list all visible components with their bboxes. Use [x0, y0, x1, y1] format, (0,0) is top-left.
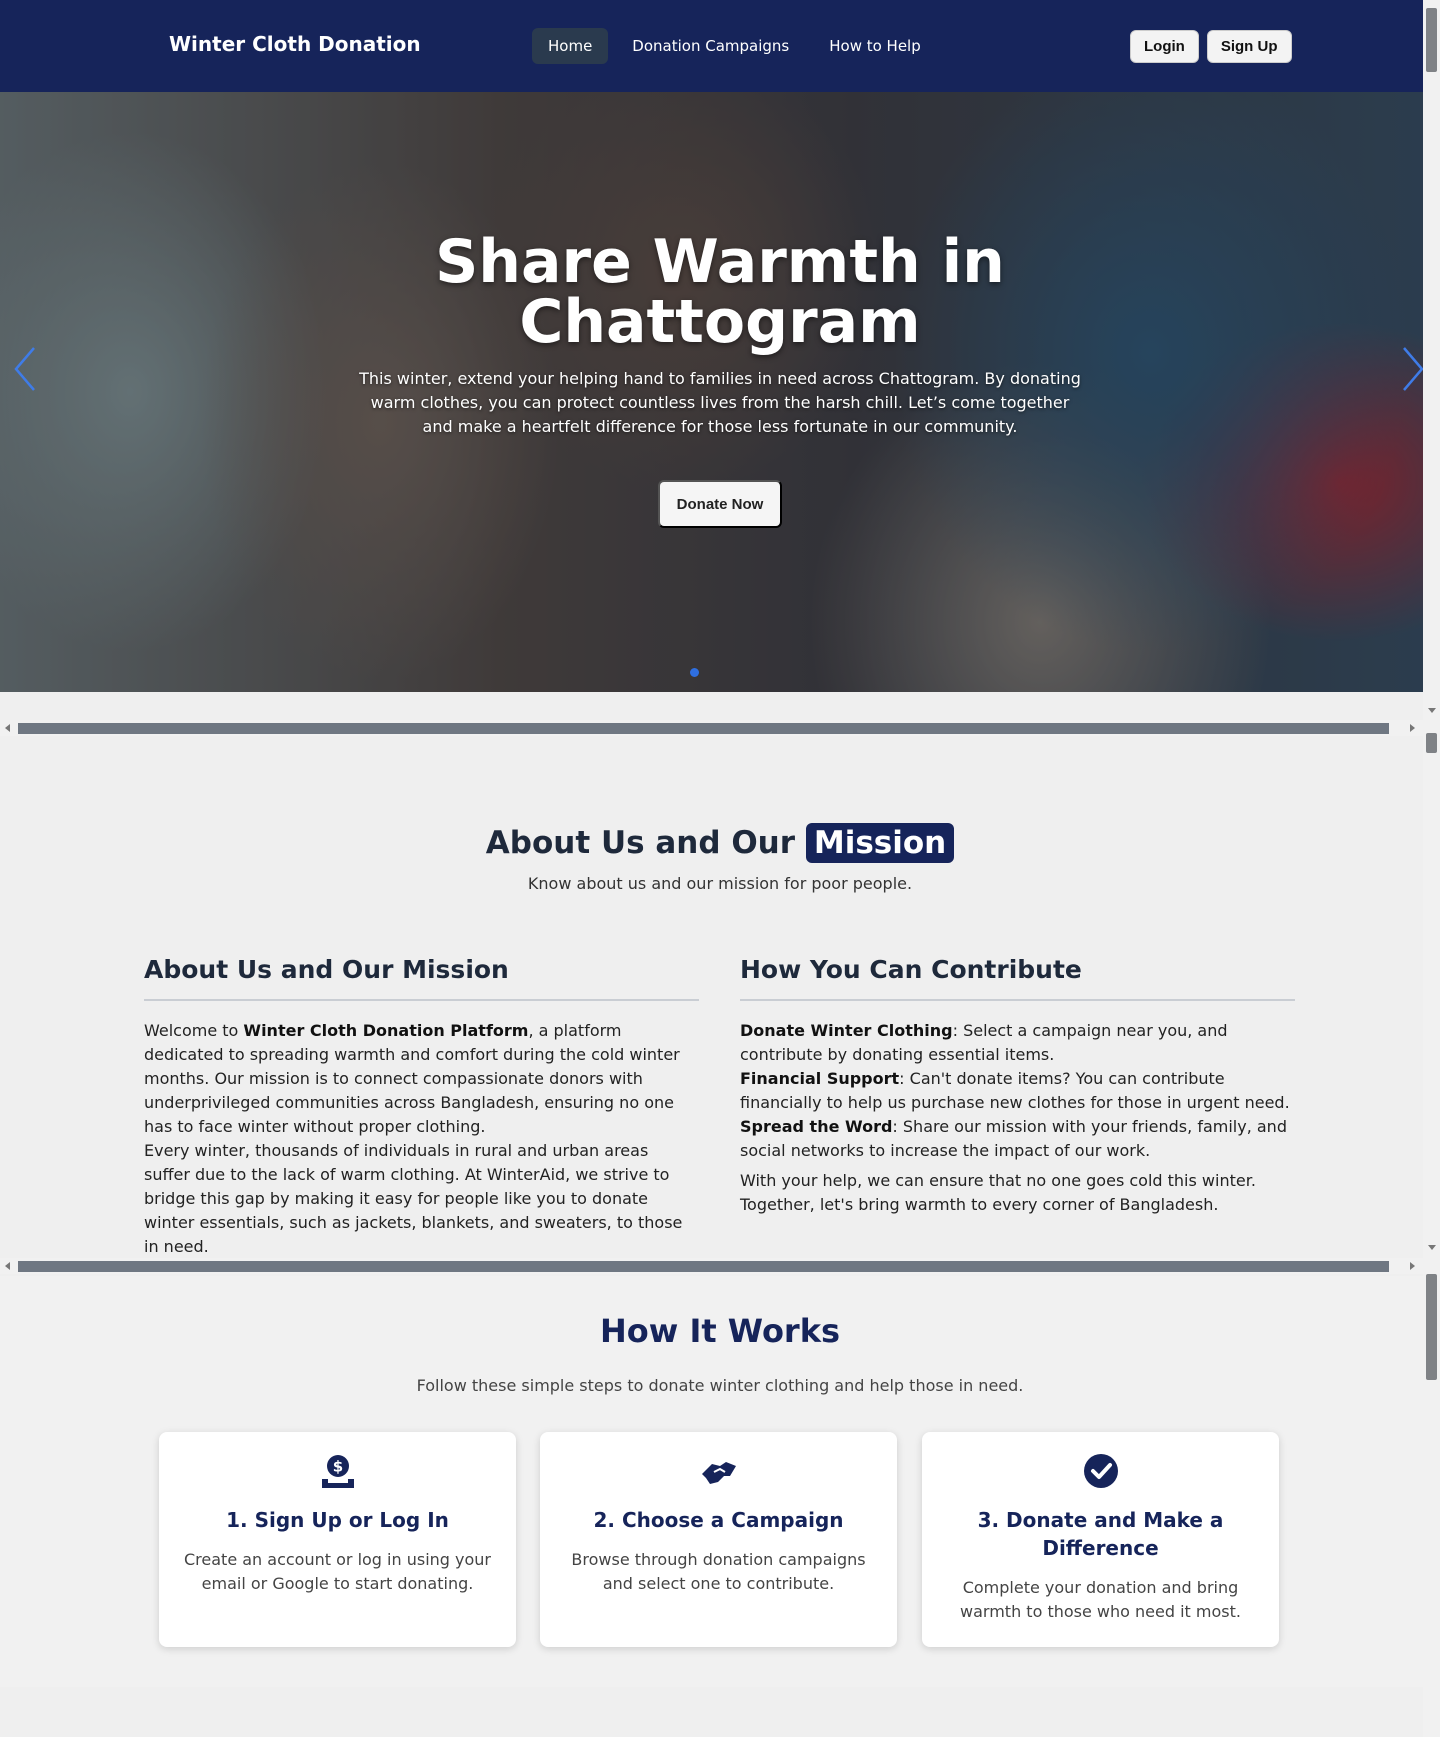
nav-donation-campaigns[interactable]: Donation Campaigns	[616, 28, 805, 64]
about-subtitle: Know about us and our mission for poor p…	[527, 874, 913, 893]
scroll-right-arrow-icon[interactable]	[1410, 1262, 1415, 1270]
signup-button[interactable]: Sign Up	[1206, 30, 1292, 63]
brand-logo[interactable]: Winter Cloth Donation	[169, 32, 421, 56]
scroll-left-arrow-icon[interactable]	[5, 724, 10, 732]
svg-text:$: $	[332, 1458, 342, 1476]
scroll-down-arrow-icon[interactable]	[1428, 1245, 1436, 1250]
step-text: Browse through donation campaigns and se…	[571, 1550, 866, 1593]
step-title: 1. Sign Up or Log In	[226, 1508, 449, 1532]
hero-title-line2: Chattogram	[519, 287, 921, 357]
nav-how-to-help[interactable]: How to Help	[813, 28, 937, 64]
hero-carousel: Share Warmth in Chattogram This winter, …	[0, 92, 1423, 692]
contribute-item: Donate Winter Clothing: Select a campaig…	[740, 1021, 1228, 1064]
horizontal-scrollbar-thumb[interactable]	[18, 1261, 1389, 1272]
scrollbar-thumb-top[interactable]	[1426, 8, 1437, 72]
check-circle-icon	[922, 1452, 1279, 1490]
horizontal-scrollbar-thumb[interactable]	[18, 723, 1389, 734]
step-card: $ 1. Sign Up or Log In Create an account…	[159, 1432, 516, 1647]
about-title-text: About Us and Our	[485, 825, 796, 861]
step-title: 3. Donate and Make a Difference	[977, 1508, 1224, 1560]
step-title: 2. Choose a Campaign	[593, 1508, 844, 1532]
horizontal-scrollbar[interactable]	[0, 1258, 1423, 1274]
how-it-works-title: How It Works	[599, 1312, 841, 1350]
navbar: Winter Cloth Donation Home Donation Camp…	[0, 0, 1423, 92]
about-title-highlight: Mission	[805, 823, 955, 863]
contribute-item: Spread the Word: Share our mission with …	[740, 1117, 1287, 1160]
login-button[interactable]: Login	[1130, 30, 1199, 63]
handshake-icon	[540, 1452, 897, 1490]
step-card: 2. Choose a Campaign Browse through dona…	[540, 1432, 897, 1647]
contribute-closing: With your help, we can ensure that no on…	[740, 1171, 1256, 1214]
main-nav: Home Donation Campaigns How to Help	[532, 28, 937, 64]
page-scrollbar[interactable]	[1423, 0, 1440, 1737]
about-column: About Us and Our Mission Welcome to Wint…	[144, 955, 699, 1259]
scrollbar-thumb-mid[interactable]	[1426, 733, 1437, 753]
about-section-title: About Us and Our Mission	[0, 823, 1440, 863]
scroll-down-arrow-icon[interactable]	[1428, 708, 1436, 713]
nav-home[interactable]: Home	[532, 28, 609, 64]
contribute-column: How You Can Contribute Donate Winter Clo…	[740, 955, 1295, 1217]
carousel-prev-icon[interactable]	[10, 344, 40, 394]
contribute-item: Financial Support: Can't donate items? Y…	[740, 1069, 1290, 1112]
scroll-right-arrow-icon[interactable]	[1410, 724, 1415, 732]
about-heading: About Us and Our Mission	[144, 955, 699, 1001]
carousel-indicator[interactable]	[690, 668, 699, 677]
carousel-next-icon[interactable]	[1398, 344, 1423, 394]
about-paragraph-2: Every winter, thousands of individuals i…	[144, 1141, 683, 1256]
auth-buttons: Login Sign Up	[1130, 30, 1292, 63]
donate-now-button[interactable]: Donate Now	[658, 480, 782, 528]
about-paragraph-1: Welcome to Winter Cloth Donation Platfor…	[144, 1021, 680, 1136]
step-card: 3. Donate and Make a Difference Complete…	[922, 1432, 1279, 1647]
hero-title: Share Warmth in Chattogram	[400, 232, 1040, 352]
scroll-left-arrow-icon[interactable]	[5, 1262, 10, 1270]
step-text: Create an account or log in using your e…	[184, 1550, 491, 1593]
step-text: Complete your donation and bring warmth …	[960, 1578, 1241, 1621]
contribute-heading: How You Can Contribute	[740, 955, 1295, 1001]
hero-description: This winter, extend your helping hand to…	[359, 369, 1081, 436]
how-it-works-subtitle: Follow these simple steps to donate wint…	[416, 1376, 1024, 1395]
hand-holding-dollar-icon: $	[159, 1452, 516, 1490]
horizontal-scrollbar[interactable]	[0, 720, 1423, 736]
